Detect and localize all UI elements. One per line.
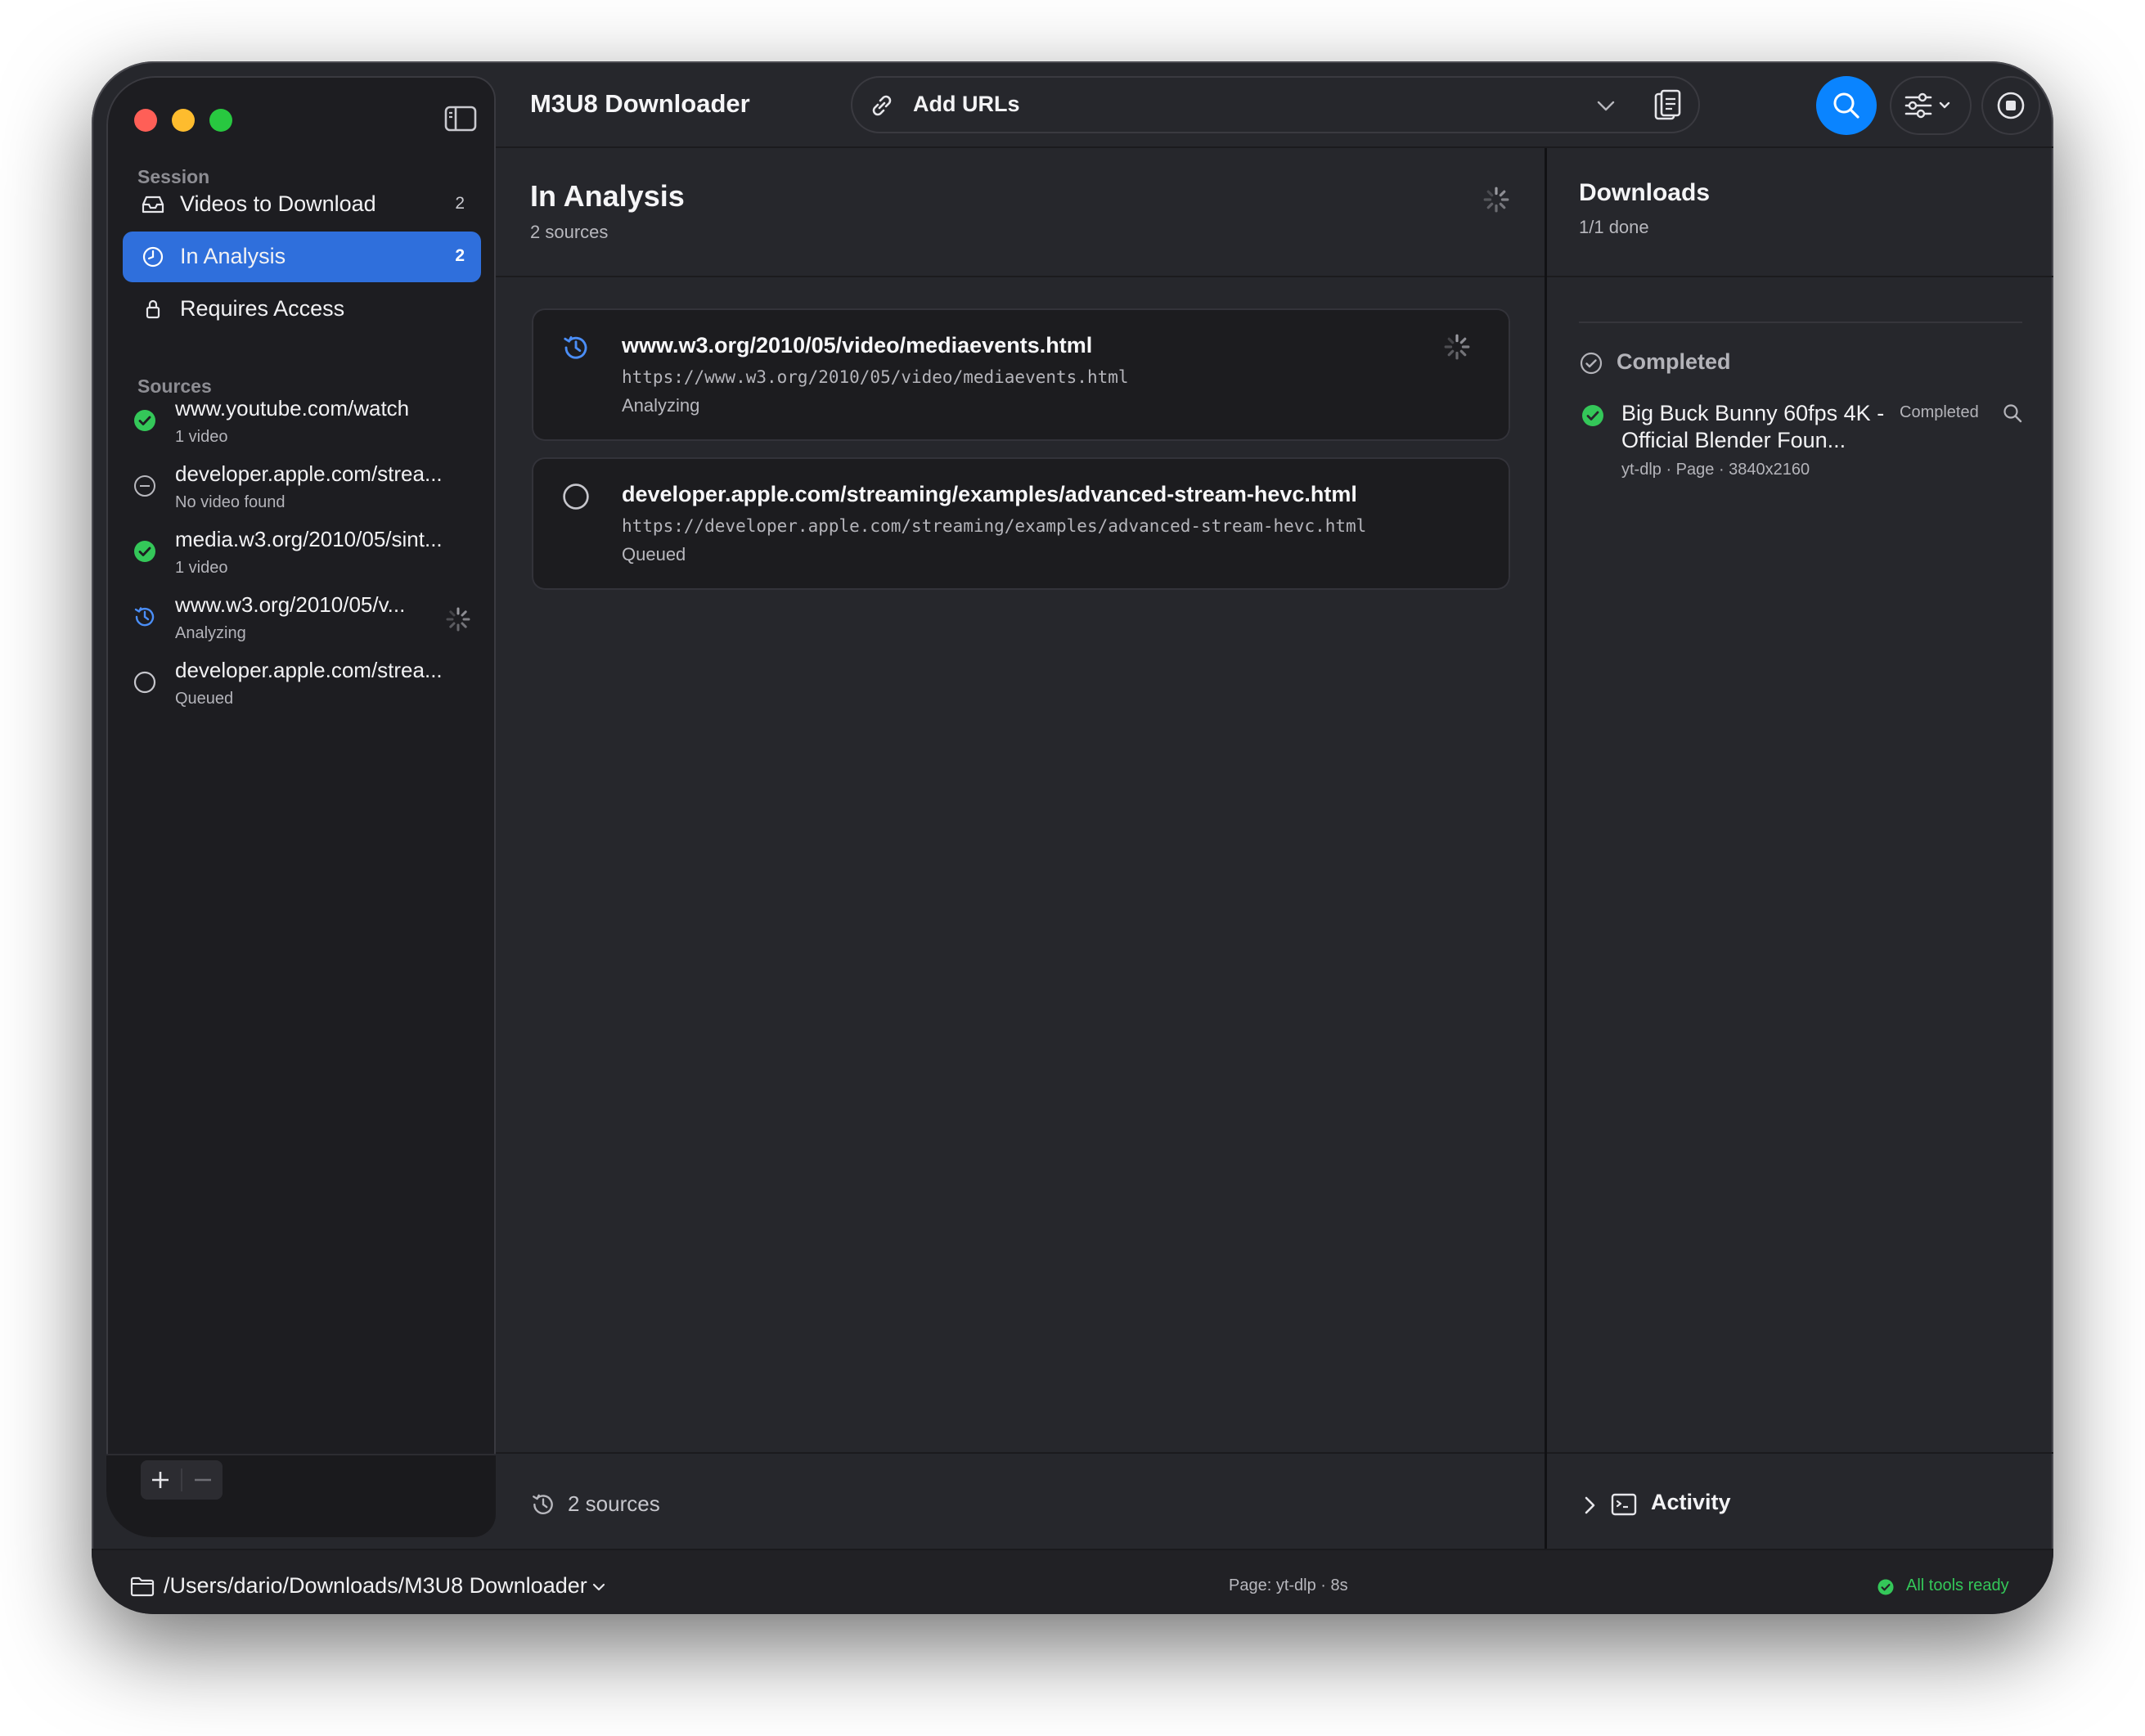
add-source-button[interactable]: [141, 1460, 180, 1500]
stop-circle-icon: [1997, 92, 2025, 119]
empty-circle-icon: [133, 670, 157, 695]
history-clock-icon: [561, 333, 591, 362]
minus-circle-icon: [133, 474, 157, 498]
sidebar-add-remove-control: [141, 1460, 223, 1500]
source-subtitle: No video found: [175, 493, 286, 511]
card-status: Analyzing: [622, 395, 700, 416]
app-title: M3U8 Downloader: [530, 89, 750, 118]
header-divider: [496, 276, 2053, 277]
download-title[interactable]: Big Buck Bunny 60fps 4K - Official Blend…: [1621, 400, 1891, 454]
search-button[interactable]: [1816, 76, 1877, 135]
downloads-divider: [1579, 322, 2022, 323]
settings-menu-button[interactable]: [1890, 76, 1972, 135]
sidebar-item-label: Videos to Download: [180, 191, 376, 216]
toolbar-divider: [496, 146, 2053, 148]
spinner-icon: [445, 606, 471, 632]
add-urls-label: Add URLs: [913, 92, 1020, 116]
lock-icon: [141, 297, 165, 322]
close-window-button[interactable]: [134, 109, 157, 132]
checkmark-circle-icon: [133, 408, 157, 433]
link-icon: [867, 91, 897, 120]
checkmark-circle-outline-icon: [1579, 351, 1603, 376]
source-item[interactable]: developer.apple.com/strea... Queued: [123, 655, 483, 719]
empty-circle-icon: [561, 482, 591, 511]
downloads-subtitle: 1/1 done: [1579, 217, 1649, 237]
history-clock-icon: [133, 605, 157, 629]
zoom-window-button[interactable]: [209, 109, 232, 132]
download-status: Completed: [1900, 403, 1979, 421]
source-subtitle: 1 video: [175, 559, 228, 577]
chevron-down-icon[interactable]: [1595, 96, 1617, 115]
sidebar-item-videos-to-download[interactable]: Videos to Download 2: [123, 179, 481, 230]
sidebar-toggle-icon[interactable]: [444, 106, 477, 132]
reveal-search-icon[interactable]: [2001, 402, 2024, 425]
divider: [181, 1468, 182, 1491]
source-item[interactable]: media.w3.org/2010/05/sint... 1 video: [123, 524, 483, 588]
paste-clipboard-icon[interactable]: [1651, 88, 1684, 124]
source-title: www.w3.org/2010/05/v...: [175, 592, 406, 617]
chevron-down-icon[interactable]: [592, 1581, 605, 1593]
card-url: https://developer.apple.com/streaming/ex…: [622, 516, 1367, 536]
activity-toggle[interactable]: Activity: [1651, 1490, 1731, 1515]
card-url: https://www.w3.org/2010/05/video/mediaev…: [622, 367, 1129, 387]
source-subtitle: Analyzing: [175, 624, 246, 642]
completed-section-label: Completed: [1617, 349, 1731, 374]
checkmark-circle-icon: [1581, 403, 1605, 428]
sidebar-item-label: In Analysis: [180, 244, 286, 268]
downloads-title: Downloads: [1579, 179, 1711, 206]
source-title: www.youtube.com/watch: [175, 396, 410, 421]
card-title: developer.apple.com/streaming/examples/a…: [622, 482, 1357, 506]
source-item[interactable]: www.youtube.com/watch 1 video: [123, 394, 483, 457]
tools-ready-status: All tools ready: [1906, 1576, 2009, 1594]
tray-icon: [141, 192, 165, 217]
pane-divider[interactable]: [1545, 148, 1547, 1549]
source-item[interactable]: www.w3.org/2010/05/v... Analyzing: [123, 590, 483, 654]
source-title: media.w3.org/2010/05/sint...: [175, 527, 443, 551]
source-item[interactable]: developer.apple.com/strea... No video fo…: [123, 459, 483, 523]
sources-count-label: 2 sources: [568, 1491, 660, 1516]
status-bar: /Users/dario/Downloads/M3U8 Downloader P…: [92, 1549, 2053, 1614]
sidebar-item-count: 2: [455, 194, 465, 213]
source-title: developer.apple.com/strea...: [175, 658, 443, 682]
card-status: Queued: [622, 544, 686, 564]
sidebar-item-in-analysis[interactable]: In Analysis 2: [123, 232, 481, 282]
stop-button[interactable]: [1981, 76, 2040, 135]
app-window: Session Videos to Download 2 In Analysis…: [92, 61, 2053, 1614]
history-icon: [530, 1491, 556, 1518]
checkmark-circle-icon: [1877, 1578, 1895, 1596]
analysis-card[interactable]: www.w3.org/2010/05/video/mediaevents.htm…: [532, 308, 1510, 441]
spinner-icon: [1443, 333, 1471, 361]
sidebar-item-count: 2: [455, 246, 465, 265]
sidebar-item-label: Requires Access: [180, 296, 345, 321]
download-path-selector[interactable]: /Users/dario/Downloads/M3U8 Downloader: [164, 1573, 587, 1599]
download-meta: yt-dlp · Page · 3840x2160: [1621, 461, 1810, 479]
pane-subtitle: 2 sources: [530, 222, 609, 242]
minimize-window-button[interactable]: [172, 109, 195, 132]
chevron-right-icon[interactable]: [1579, 1493, 1600, 1518]
terminal-icon: [1610, 1491, 1638, 1518]
search-icon: [1833, 92, 1859, 119]
spinner-icon: [1482, 186, 1510, 214]
add-urls-field[interactable]: Add URLs: [851, 76, 1700, 133]
source-subtitle: Queued: [175, 690, 234, 708]
analysis-card[interactable]: developer.apple.com/streaming/examples/a…: [532, 457, 1510, 590]
sidebar: Session Videos to Download 2 In Analysis…: [106, 76, 496, 1537]
card-title: www.w3.org/2010/05/video/mediaevents.htm…: [622, 333, 1093, 358]
clock-icon: [141, 245, 165, 269]
source-title: developer.apple.com/strea...: [175, 461, 443, 486]
pane-title: In Analysis: [530, 179, 685, 213]
remove-source-button[interactable]: [183, 1460, 223, 1500]
engine-status: Page: yt-dlp · 8s: [1229, 1576, 1348, 1594]
folder-icon: [129, 1575, 155, 1598]
sliders-icon: [1904, 92, 1950, 119]
source-subtitle: 1 video: [175, 428, 228, 446]
footer-divider: [496, 1452, 2053, 1454]
sidebar-item-requires-access[interactable]: Requires Access: [123, 284, 481, 335]
checkmark-circle-icon: [133, 539, 157, 564]
